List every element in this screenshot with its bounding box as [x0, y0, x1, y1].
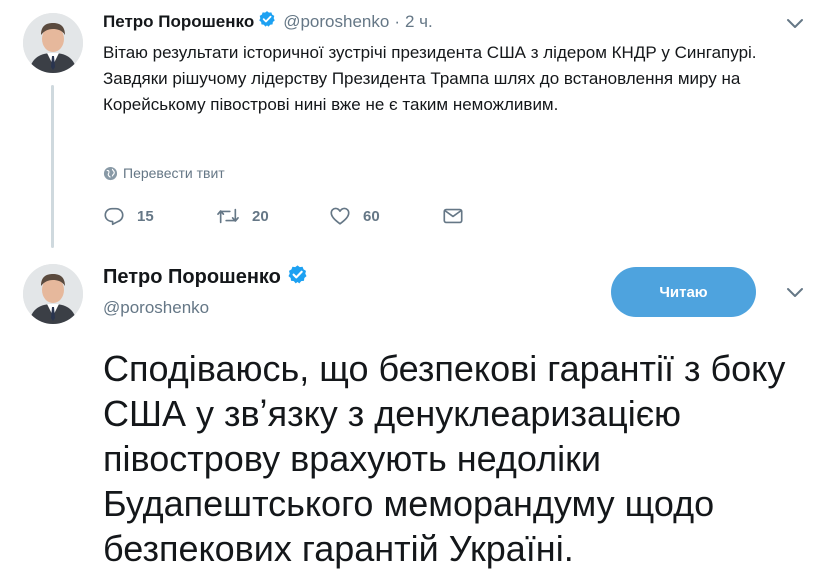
reply-icon — [104, 207, 124, 226]
chevron-down-icon[interactable] — [786, 287, 804, 299]
envelope-icon — [443, 208, 463, 224]
thread-connector-line — [51, 85, 54, 248]
tweet-thread: Петро Порошенко @poroshenko · 2 ч. Вітаю… — [0, 0, 829, 577]
tweet-text: Сподіваюсь, що безпекові гарантії з боку… — [103, 348, 786, 569]
following-button[interactable]: Читаю — [611, 267, 756, 317]
author-name[interactable]: Петро Порошенко — [103, 12, 254, 32]
retweet-count: 20 — [252, 207, 269, 225]
avatar[interactable] — [23, 264, 83, 324]
tweet-time[interactable]: 2 ч. — [405, 12, 433, 32]
like-button[interactable]: 60 — [329, 205, 380, 227]
translate-tweet-link[interactable]: Перевести твит — [103, 165, 225, 181]
retweet-button[interactable]: 20 — [216, 205, 269, 227]
tweet-header: Петро Порошенко @poroshenko · 2 ч. — [103, 10, 433, 33]
tweet-text: Вітаю результати історичної зустрічі пре… — [103, 43, 757, 114]
like-count: 60 — [363, 207, 380, 225]
heart-icon — [330, 207, 350, 225]
author-name: Петро Порошенко — [103, 264, 315, 291]
retweet-icon — [217, 208, 239, 224]
verified-badge-icon — [287, 264, 308, 291]
separator-dot: · — [394, 11, 400, 31]
author-handle[interactable]: @poroshenko — [283, 12, 389, 32]
reply-count: 15 — [137, 207, 154, 225]
author-handle[interactable]: @poroshenko — [103, 298, 209, 318]
avatar[interactable] — [23, 13, 83, 73]
chevron-down-icon[interactable] — [786, 18, 804, 30]
translate-label: Перевести твит — [123, 165, 225, 181]
author-name-text[interactable]: Петро Порошенко — [103, 266, 281, 289]
direct-message-button[interactable] — [442, 205, 476, 227]
reply-button[interactable]: 15 — [103, 205, 154, 227]
verified-badge-icon — [258, 10, 276, 33]
globe-icon — [103, 166, 118, 180]
